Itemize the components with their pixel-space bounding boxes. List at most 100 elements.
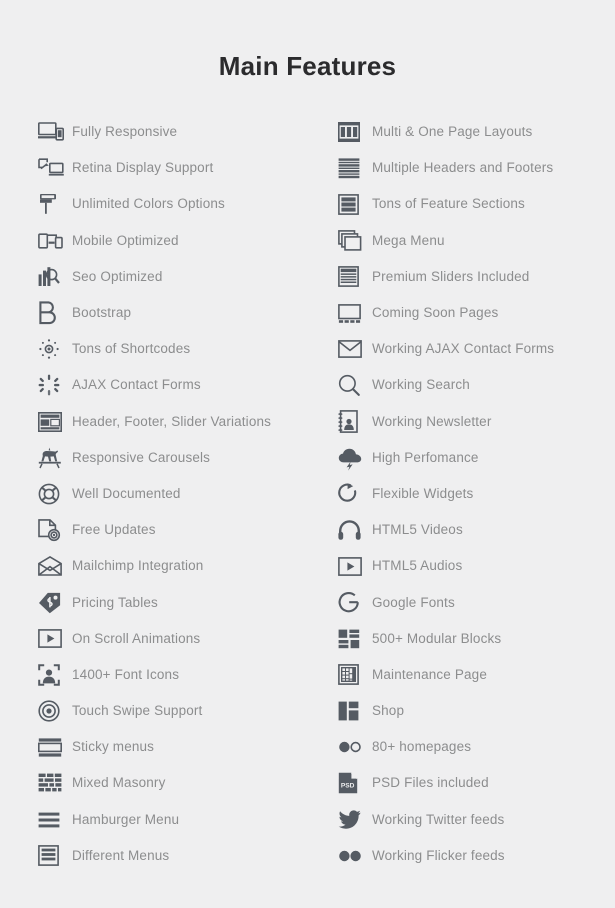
feature-label: Different Menus (72, 847, 170, 863)
feature-item[interactable]: Bootstrap (38, 295, 300, 331)
feature-item[interactable]: Working AJAX Contact Forms (338, 331, 615, 367)
feature-item[interactable]: Tons of Feature Sections (338, 186, 615, 222)
feature-item[interactable]: Coming Soon Pages (338, 295, 615, 331)
feature-label: Seo Optimized (72, 268, 163, 284)
feature-item[interactable]: Free Updates (38, 512, 300, 548)
play-frame-icon (38, 626, 72, 652)
feature-item[interactable]: Different Menus (38, 838, 300, 874)
feature-item[interactable]: Pricing Tables (38, 584, 300, 620)
feature-label: 80+ homepages (372, 739, 472, 755)
newsletter-book-icon (338, 409, 372, 435)
features-page: Main Features Fully Responsive Retina Di… (0, 0, 615, 908)
feature-label: Hamburger Menu (72, 811, 180, 827)
mobile-devices-icon (38, 228, 72, 254)
stacked-lines-icon (338, 155, 372, 181)
feature-item[interactable]: Header, Footer, Slider Variations (38, 404, 300, 440)
flickr-dots-icon (338, 843, 372, 869)
desktop-mobile-icon (38, 119, 72, 145)
feature-item[interactable]: Maintenance Page (338, 657, 615, 693)
search-icon (338, 372, 372, 398)
feature-label: Free Updates (72, 522, 156, 538)
shop-layout-icon (338, 698, 372, 724)
page-title: Main Features (218, 51, 397, 81)
hamburger-menu-icon (38, 807, 72, 833)
coming-soon-screen-icon (338, 300, 372, 326)
feature-item[interactable]: Google Fonts (338, 584, 615, 620)
feature-label: Mixed Masonry (72, 775, 166, 791)
feature-item[interactable]: Shop (338, 693, 615, 729)
feature-item[interactable]: On Scroll Animations (38, 621, 300, 657)
play-frame-icon (338, 553, 372, 579)
feature-item[interactable]: Premium Sliders Included (338, 259, 615, 295)
twitter-bird-icon (338, 807, 372, 833)
feature-item[interactable]: Responsive Carousels (38, 440, 300, 476)
feature-item[interactable]: 500+ Modular Blocks (338, 621, 615, 657)
feature-label: Working Flicker feeds (372, 847, 505, 863)
feature-label: Coming Soon Pages (372, 305, 499, 321)
carousel-horse-icon (38, 445, 72, 471)
multi-column-layout-icon (338, 119, 372, 145)
feature-label: Retina Display Support (72, 160, 214, 176)
feature-item[interactable]: Unlimited Colors Options (38, 186, 300, 222)
feature-item[interactable]: Working Flicker feeds (338, 838, 615, 874)
feature-label: On Scroll Animations (72, 630, 201, 646)
feature-label: Working AJAX Contact Forms (372, 341, 555, 357)
envelope-icon (338, 336, 372, 362)
feature-item[interactable]: Sticky menus (38, 729, 300, 765)
feature-item[interactable]: Working Search (338, 367, 615, 403)
user-focus-icon (38, 662, 72, 688)
feature-label: HTML5 Audios (372, 558, 463, 574)
slider-panel-icon (338, 264, 372, 290)
feature-label: 1400+ Font Icons (72, 666, 180, 682)
feature-item[interactable]: 80+ homepages (338, 729, 615, 765)
feature-item[interactable]: Mixed Masonry (38, 765, 300, 801)
feature-item[interactable]: Multi & One Page Layouts (338, 114, 615, 150)
feature-label: 500+ Modular Blocks (372, 630, 502, 646)
layout-variations-icon (38, 409, 72, 435)
feature-label: Google Fonts (372, 594, 455, 610)
open-envelope-icon (38, 553, 72, 579)
feature-item[interactable]: Mailchimp Integration (38, 548, 300, 584)
feature-label: HTML5 Videos (372, 522, 463, 538)
feature-item[interactable]: HTML5 Audios (338, 548, 615, 584)
feature-item[interactable]: 1400+ Font Icons (38, 657, 300, 693)
bootstrap-b-icon (38, 300, 72, 326)
refresh-arrow-icon (338, 481, 372, 507)
two-dots-half-icon (338, 734, 372, 760)
feature-item[interactable]: Working Twitter feeds (338, 802, 615, 838)
feature-item[interactable]: HTML5 Videos (338, 512, 615, 548)
feature-item[interactable]: Flexible Widgets (338, 476, 615, 512)
feature-item[interactable]: Mega Menu (338, 223, 615, 259)
feature-item[interactable]: AJAX Contact Forms (38, 367, 300, 403)
feature-item[interactable]: Mobile Optimized (38, 223, 300, 259)
feature-label: Shop (372, 703, 405, 719)
ajax-spinner-icon (38, 372, 72, 398)
feature-item[interactable]: Multiple Headers and Footers (338, 150, 615, 186)
features-column-left: Fully Responsive Retina Display Support … (0, 114, 300, 874)
feature-label: Multiple Headers and Footers (372, 160, 554, 176)
feature-label: Responsive Carousels (72, 449, 211, 465)
feature-item[interactable]: Seo Optimized (38, 259, 300, 295)
feature-item[interactable]: High Perfomance (338, 440, 615, 476)
menu-panel-icon (38, 843, 72, 869)
feature-label: Unlimited Colors Options (72, 196, 225, 212)
feature-label: Maintenance Page (372, 666, 487, 682)
feature-label: Tons of Shortcodes (72, 341, 191, 357)
masonry-bricks-icon (38, 770, 72, 796)
feature-item[interactable]: Hamburger Menu (38, 802, 300, 838)
feature-item[interactable]: Touch Swipe Support (38, 693, 300, 729)
price-tag-icon (38, 590, 72, 616)
feature-label: Fully Responsive (72, 124, 178, 140)
feature-item[interactable]: Working Newsletter (338, 404, 615, 440)
features-columns: Fully Responsive Retina Display Support … (0, 114, 615, 874)
feature-item[interactable]: Tons of Shortcodes (38, 331, 300, 367)
paint-roller-icon (38, 191, 72, 217)
feature-item[interactable]: PSD PSD Files included (338, 765, 615, 801)
feature-item[interactable]: Fully Responsive (38, 114, 300, 150)
feature-item[interactable]: Retina Display Support (38, 150, 300, 186)
feature-label: Multi & One Page Layouts (372, 124, 533, 140)
cloud-lightning-icon (338, 445, 372, 471)
lifebuoy-icon (38, 481, 72, 507)
feature-item[interactable]: Well Documented (38, 476, 300, 512)
feature-label: AJAX Contact Forms (72, 377, 201, 393)
